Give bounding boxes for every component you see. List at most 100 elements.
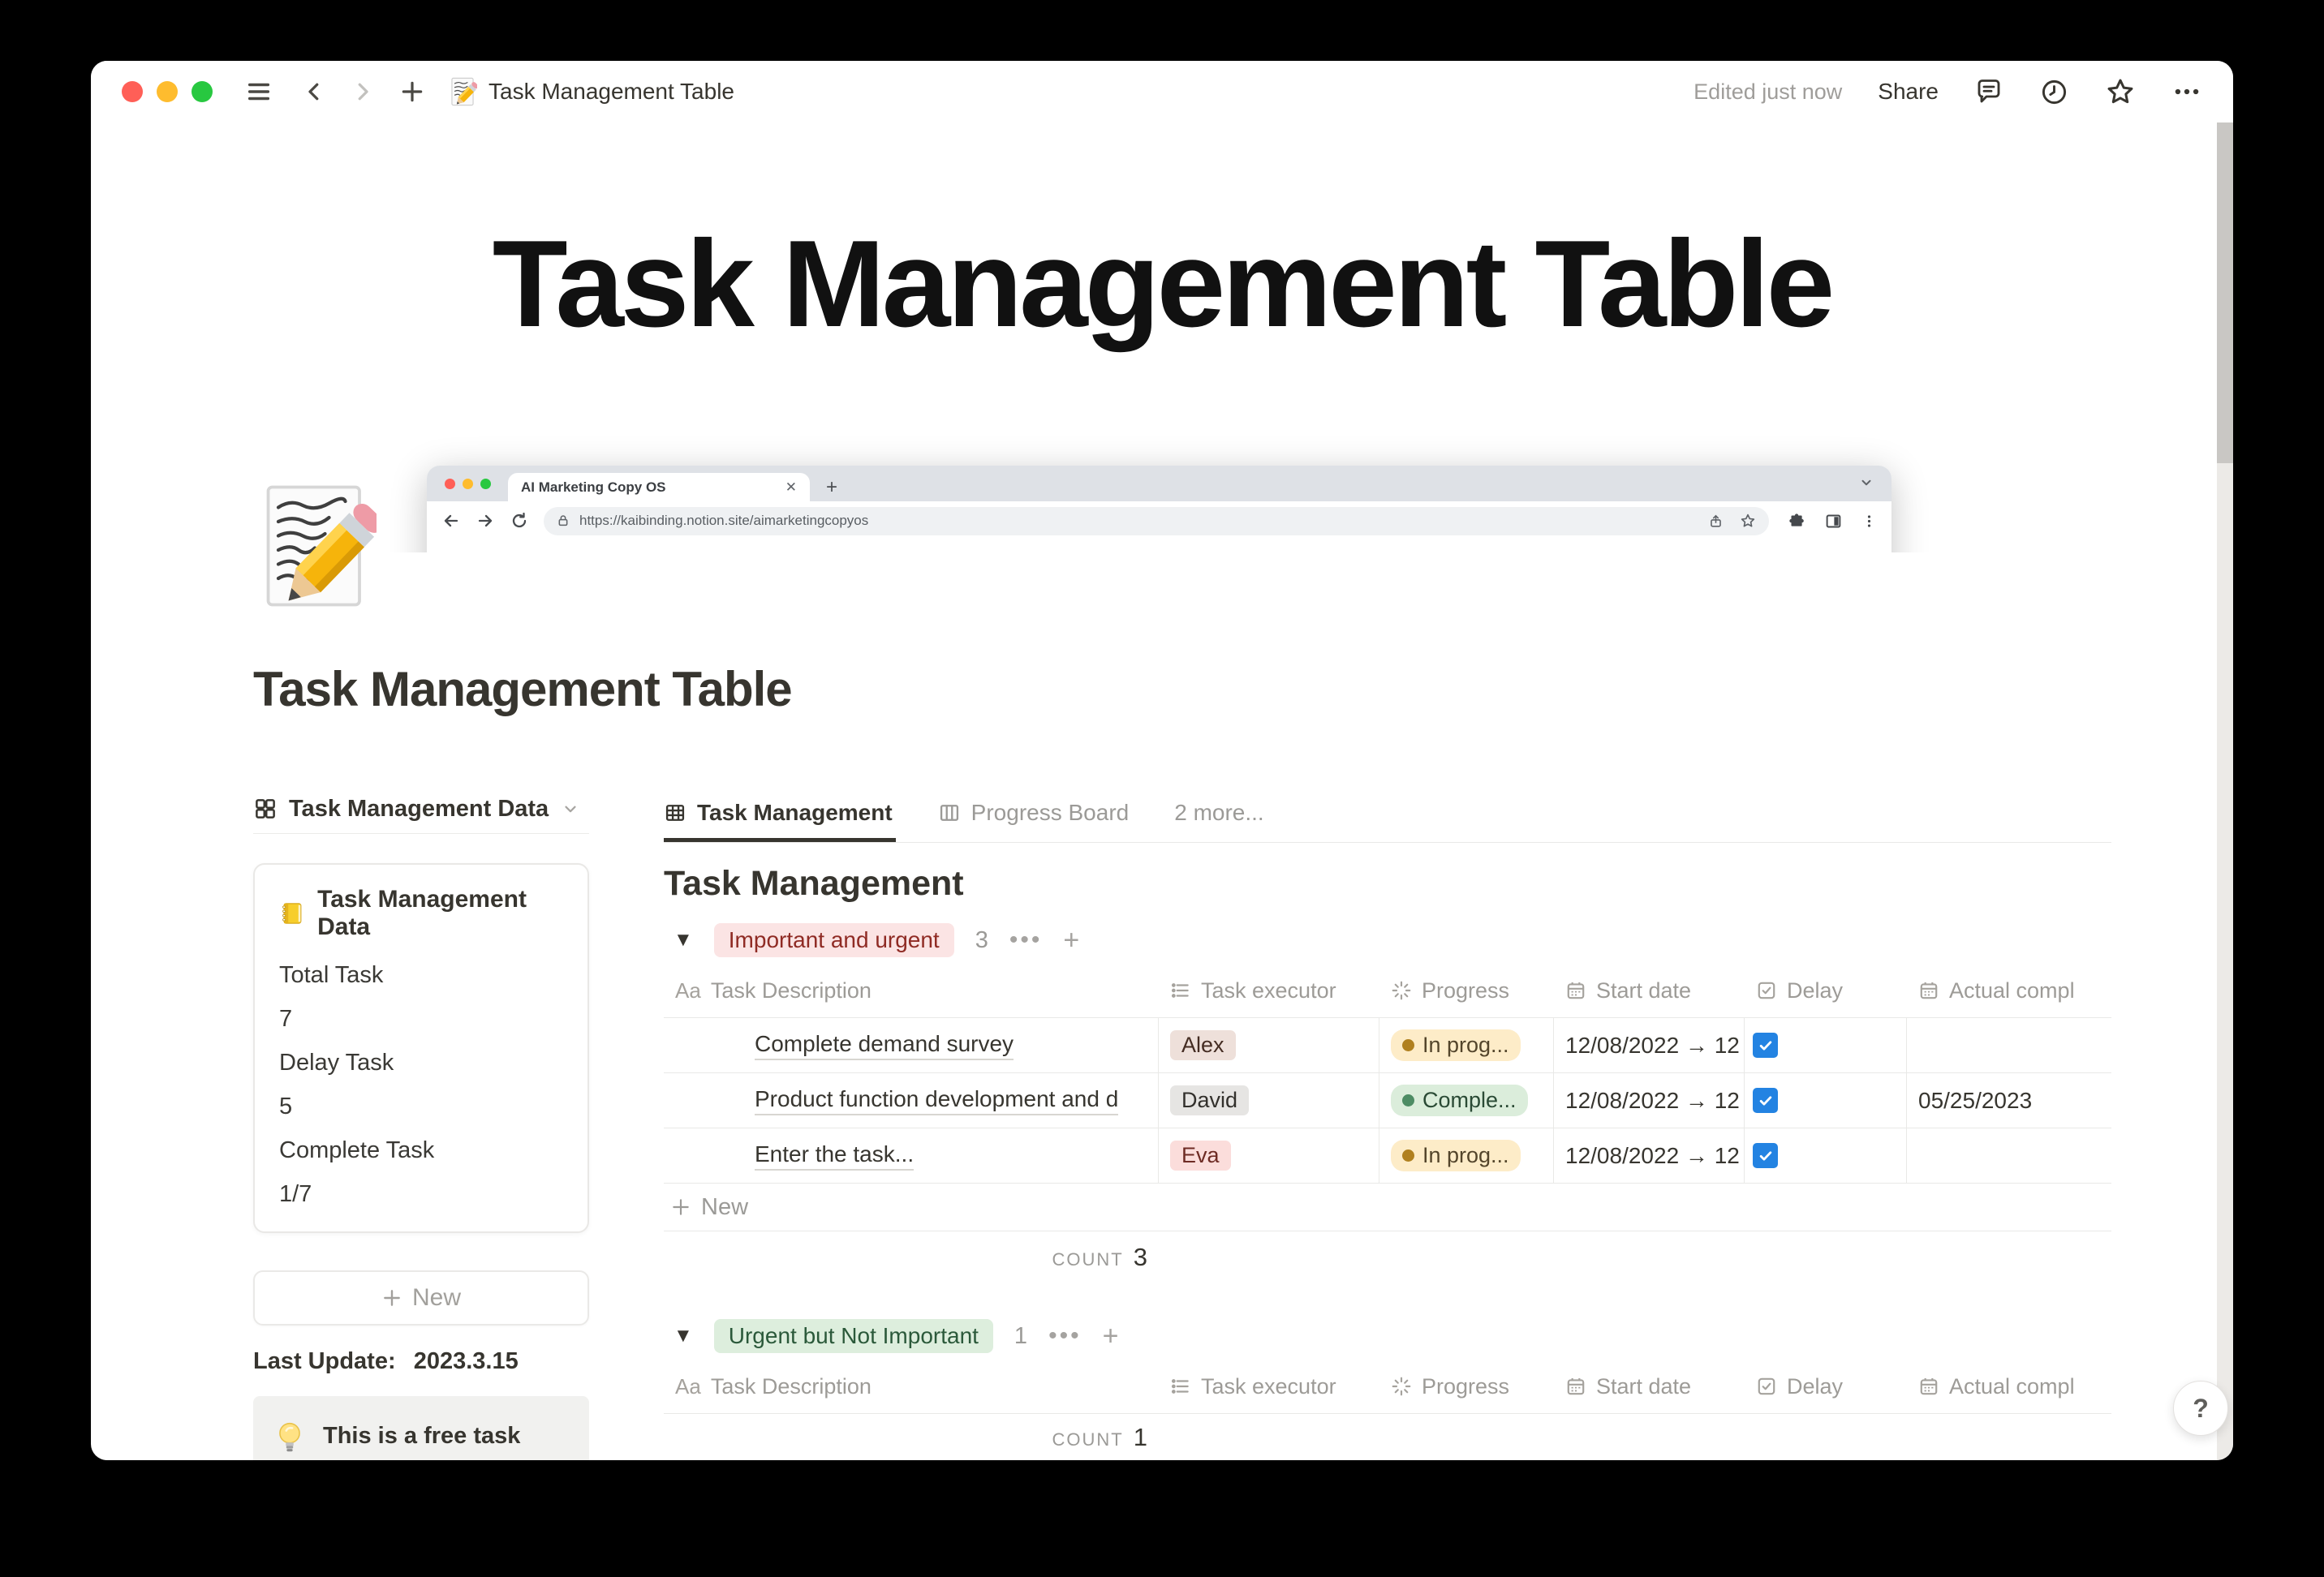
callout-block: This is a free task management system. [253,1396,589,1460]
cover-image: Task Management Table AI Marketing Copy … [91,122,2233,552]
progress-tag[interactable]: In prog... [1391,1029,1521,1061]
sidebar-new-button[interactable]: New [253,1270,589,1326]
linked-view-selector[interactable]: Task Management Data [253,791,589,834]
tab-label: Progress Board [971,800,1130,826]
delay-checkbox[interactable] [1753,1088,1778,1113]
sidebar-new-label: New [412,1284,461,1312]
group-add-icon[interactable]: + [1103,1321,1119,1352]
actual-completion-cell[interactable] [1907,1128,2111,1183]
table-header-row: AaTask Description Task executor Progres… [664,1360,2111,1414]
executor-tag[interactable]: Eva [1170,1141,1231,1171]
column-progress[interactable]: Progress [1379,1374,1554,1399]
executor-tag[interactable]: David [1170,1085,1249,1115]
new-tab-icon: + [826,478,837,497]
column-task-description[interactable]: AaTask Description [664,1374,1159,1399]
aggregate-row: COUNT 1 [664,1414,2111,1460]
scrollbar-thumb[interactable] [2217,122,2233,463]
date-property-icon [1918,1376,1939,1397]
collapse-triangle-icon[interactable]: ▼ [674,929,693,952]
column-task-executor[interactable]: Task executor [1159,978,1379,1003]
share-upload-icon [1708,513,1724,529]
executor-tag[interactable]: Alex [1170,1030,1236,1060]
column-actual-completion[interactable]: Actual compl [1907,1374,2111,1399]
sidebar-menu-icon[interactable] [245,78,273,105]
board-view-icon [938,801,961,824]
page-memo-icon[interactable] [253,481,377,611]
table-row[interactable]: Product function development and d David… [664,1073,2111,1128]
browser-tab-title: AI Marketing Copy OS [521,479,666,496]
count-aggregate[interactable]: COUNT 3 [664,1243,1159,1272]
traffic-lights [122,81,213,102]
help-button[interactable]: ? [2173,1381,2228,1436]
favorite-star-icon[interactable] [2105,76,2136,107]
count-aggregate[interactable]: COUNT 1 [664,1423,1159,1452]
progress-tag[interactable]: Comple... [1391,1085,1528,1116]
table-new-row-button[interactable]: New [664,1184,2111,1231]
history-clock-icon[interactable] [2039,77,2069,107]
collapse-triangle-icon[interactable]: ▼ [674,1325,693,1347]
task-title-link[interactable]: Complete demand survey [755,1031,1014,1060]
group-header-important-urgent: ▼ Important and urgent 3 ••• + [664,922,2111,959]
column-progress[interactable]: Progress [1379,978,1554,1003]
tab-close-icon: ✕ [785,479,797,496]
actual-completion-cell[interactable]: 05/25/2023 [1907,1073,2111,1128]
start-date-cell[interactable]: 12/08/2022 → 12 [1554,1018,1745,1072]
date-property-icon [1565,980,1586,1001]
close-window-button[interactable] [122,81,143,102]
delay-checkbox[interactable] [1753,1033,1778,1058]
column-actual-completion[interactable]: Actual compl [1907,978,2111,1003]
forward-icon[interactable] [351,79,375,104]
new-page-icon[interactable] [399,79,425,105]
lock-icon [557,513,570,528]
check-icon [1758,1038,1774,1054]
check-icon [1758,1093,1774,1109]
task-title-link[interactable]: Product function development and d [755,1086,1118,1115]
task-data-card[interactable]: Task Management Data Total Task 7 Delay … [253,863,589,1233]
delay-checkbox[interactable] [1753,1143,1778,1168]
group-add-icon[interactable]: + [1063,925,1079,956]
task-title-link[interactable]: Enter the task... [755,1141,914,1171]
column-delay[interactable]: Delay [1745,1374,1907,1399]
actual-completion-cell[interactable] [1907,1018,2111,1072]
zoom-window-button[interactable] [192,81,213,102]
browser-minimize-button [463,479,473,489]
progress-tag[interactable]: In prog... [1391,1140,1521,1171]
plus-icon [670,1197,691,1218]
aggregate-row: COUNT 3 [664,1231,2111,1283]
table-row[interactable]: Enter the task... Eva In prog... 12/08/2… [664,1128,2111,1184]
start-date-cell[interactable]: 12/08/2022 → 12 [1554,1073,1745,1128]
share-button[interactable]: Share [1878,79,1939,105]
start-date-cell[interactable]: 12/08/2022 → 12 [1554,1128,1745,1183]
table-row[interactable]: Complete demand survey Alex In prog... 1… [664,1018,2111,1073]
card-title: Task Management Data [317,886,563,941]
group-tag[interactable]: Important and urgent [714,923,954,957]
stat-value: 7 [279,1006,563,1032]
comments-icon[interactable] [1974,77,2003,106]
column-start-date[interactable]: Start date [1554,1374,1745,1399]
minimize-window-button[interactable] [157,81,178,102]
stat-label: Total Task [279,962,563,988]
column-task-description[interactable]: AaTask Description [664,978,1159,1003]
column-task-executor[interactable]: Task executor [1159,1374,1379,1399]
status-dot [1402,1149,1414,1162]
select-property-icon [1170,1376,1191,1397]
more-options-icon[interactable] [2171,76,2202,107]
stat-value: 1/7 [279,1181,563,1207]
group-options-icon[interactable]: ••• [1048,1322,1082,1350]
group-tag[interactable]: Urgent but Not Important [714,1319,993,1353]
more-tabs-button[interactable]: 2 more... [1174,800,1263,842]
back-icon[interactable] [302,79,326,104]
select-property-icon [1170,980,1191,1001]
tab-progress-board[interactable]: Progress Board [938,800,1133,842]
notion-window: Task Management Table Edited just now Sh… [91,61,2233,1460]
stat-value: 5 [279,1094,563,1119]
last-update: Last Update: 2023.3.15 [253,1348,589,1375]
view-selector-label: Task Management Data [289,796,549,823]
ledger-notebook-icon [279,900,304,927]
column-start-date[interactable]: Start date [1554,978,1745,1003]
browser-back-icon [441,511,461,531]
group-options-icon[interactable]: ••• [1009,926,1043,954]
column-delay[interactable]: Delay [1745,978,1907,1003]
group-header-urgent-not-important: ▼ Urgent but Not Important 1 ••• + [664,1317,2111,1355]
tab-task-management[interactable]: Task Management [664,800,896,842]
